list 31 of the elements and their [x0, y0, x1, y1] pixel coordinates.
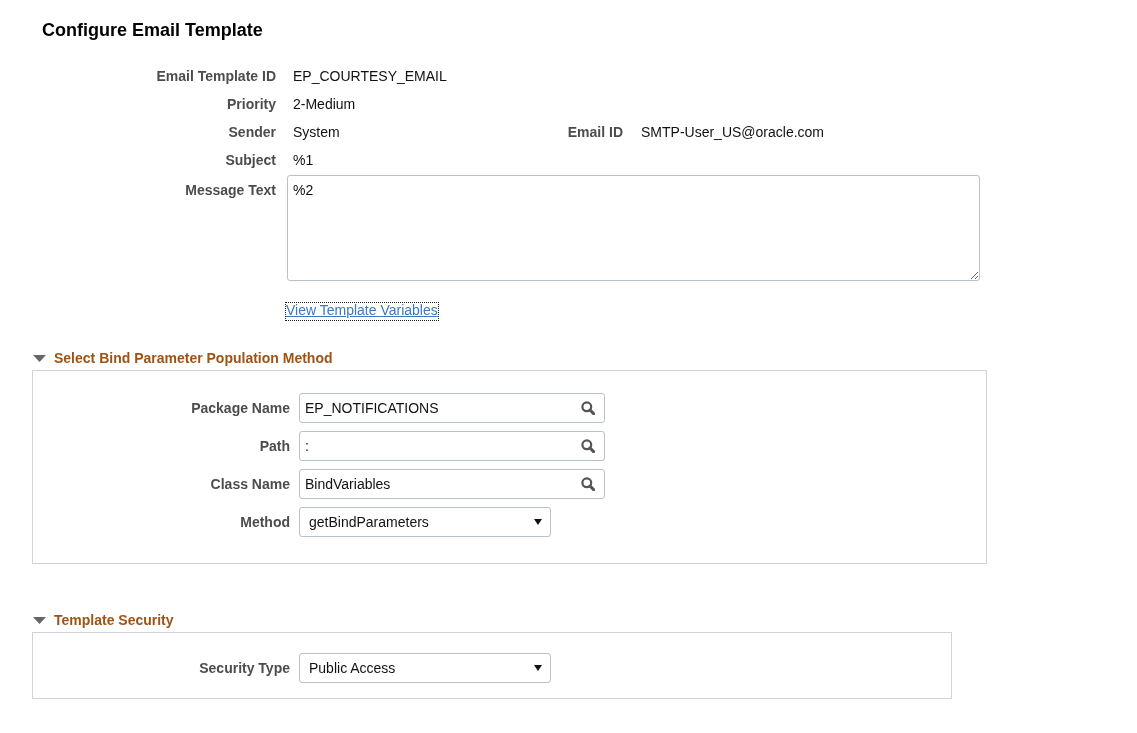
section-header-toggle[interactable]: Select Bind Parameter Population Method: [33, 349, 333, 367]
lookup-field[interactable]: BindVariables: [299, 469, 605, 499]
field-label: Message Text: [185, 182, 276, 198]
section-header-toggle[interactable]: Template Security: [33, 611, 174, 629]
template-variables-link[interactable]: View Template Variables: [286, 303, 438, 320]
field-value: %1: [293, 152, 314, 168]
dropdown-field[interactable]: Public Access: [299, 653, 551, 683]
field-label: Sender: [228, 124, 276, 140]
search-icon[interactable]: [581, 401, 595, 415]
lookup-field[interactable]: EP_NOTIFICATIONS: [299, 393, 605, 423]
field-label: Subject: [225, 152, 276, 168]
field-label: Priority: [227, 96, 276, 112]
field-label: Security Type: [199, 660, 290, 676]
caret-down-icon: [534, 519, 542, 525]
field-label: Email ID: [567, 124, 623, 140]
page-title: Configure Email Template: [42, 19, 263, 41]
caret-down-icon: [534, 665, 542, 671]
field-value: 2-Medium: [293, 96, 356, 112]
field-label: Package Name: [191, 400, 290, 416]
field-label: Path: [259, 438, 290, 454]
message-text-field[interactable]: %2: [287, 175, 980, 281]
lookup-field[interactable]: :: [299, 431, 605, 461]
search-icon[interactable]: [581, 477, 595, 491]
field-value: EP_COURTESY_EMAIL: [293, 68, 447, 84]
field-label: Method: [240, 514, 290, 530]
dropdown-field[interactable]: getBindParameters: [299, 507, 551, 537]
field-value: SMTP-User_US@oracle.com: [641, 124, 825, 140]
search-icon[interactable]: [581, 439, 595, 453]
field-label: Email Template ID: [156, 68, 276, 84]
field-label: Class Name: [210, 476, 290, 492]
field-value: System: [293, 124, 340, 140]
